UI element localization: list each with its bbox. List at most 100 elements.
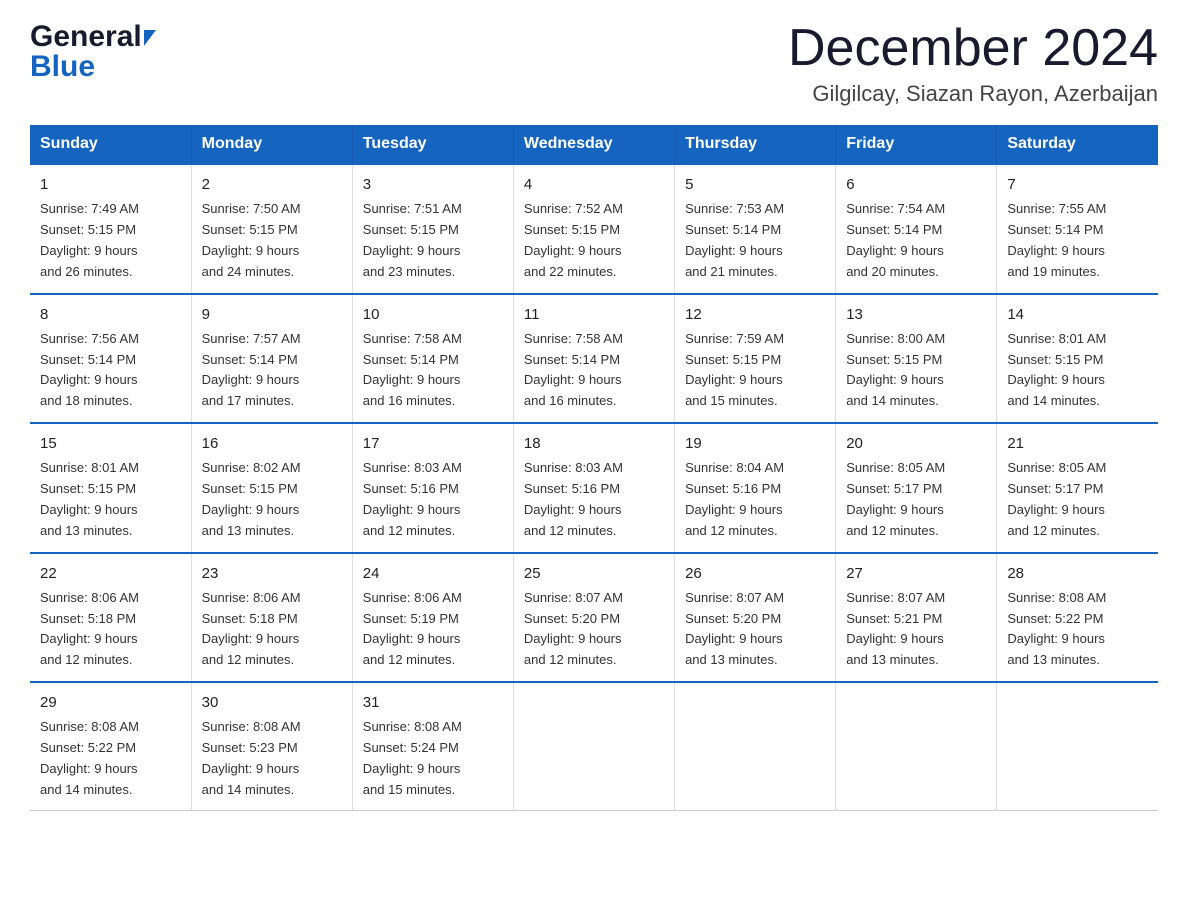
day-info: Sunrise: 8:07 AM Sunset: 5:20 PM Dayligh… [524, 588, 664, 671]
day-number: 24 [363, 562, 503, 585]
page-subtitle: Gilgilcay, Siazan Rayon, Azerbaijan [788, 81, 1158, 107]
calendar-header-thursday: Thursday [675, 125, 836, 164]
day-info: Sunrise: 7:58 AM Sunset: 5:14 PM Dayligh… [363, 329, 503, 412]
calendar-cell: 18 Sunrise: 8:03 AM Sunset: 5:16 PM Dayli… [513, 423, 674, 552]
day-info: Sunrise: 7:58 AM Sunset: 5:14 PM Dayligh… [524, 329, 664, 412]
day-info: Sunrise: 8:05 AM Sunset: 5:17 PM Dayligh… [1007, 458, 1148, 541]
day-number: 3 [363, 173, 503, 196]
calendar-cell: 21 Sunrise: 8:05 AM Sunset: 5:17 PM Dayli… [997, 423, 1158, 552]
calendar-header-saturday: Saturday [997, 125, 1158, 164]
day-info: Sunrise: 8:03 AM Sunset: 5:16 PM Dayligh… [524, 458, 664, 541]
day-number: 9 [202, 303, 342, 326]
logo-general-text: General [30, 20, 142, 54]
day-info: Sunrise: 8:08 AM Sunset: 5:22 PM Dayligh… [1007, 588, 1148, 671]
calendar-week-row: 1Sunrise: 7:49 AM Sunset: 5:15 PM Daylig… [30, 164, 1158, 293]
day-number: 21 [1007, 432, 1148, 455]
calendar-cell: 25 Sunrise: 8:07 AM Sunset: 5:20 PM Dayli… [513, 553, 674, 682]
calendar-week-row: 29 Sunrise: 8:08 AM Sunset: 5:22 PM Dayli… [30, 682, 1158, 811]
day-number: 20 [846, 432, 986, 455]
calendar-cell: 16Sunrise: 8:02 AM Sunset: 5:15 PM Dayli… [191, 423, 352, 552]
calendar-header-monday: Monday [191, 125, 352, 164]
day-info: Sunrise: 7:54 AM Sunset: 5:14 PM Dayligh… [846, 199, 986, 282]
day-info: Sunrise: 8:08 AM Sunset: 5:23 PM Dayligh… [202, 717, 342, 800]
day-number: 15 [40, 432, 181, 455]
calendar-cell [675, 682, 836, 811]
calendar-cell: 20 Sunrise: 8:05 AM Sunset: 5:17 PM Dayli… [836, 423, 997, 552]
calendar-cell: 17 Sunrise: 8:03 AM Sunset: 5:16 PM Dayli… [352, 423, 513, 552]
calendar-cell: 11 Sunrise: 7:58 AM Sunset: 5:14 PM Dayli… [513, 294, 674, 423]
day-info: Sunrise: 7:55 AM Sunset: 5:14 PM Dayligh… [1007, 199, 1148, 282]
day-number: 8 [40, 303, 181, 326]
calendar-cell: 7 Sunrise: 7:55 AM Sunset: 5:14 PM Daylig… [997, 164, 1158, 293]
day-info: Sunrise: 7:52 AM Sunset: 5:15 PM Dayligh… [524, 199, 664, 282]
day-number: 2 [202, 173, 342, 196]
calendar-week-row: 22 Sunrise: 8:06 AM Sunset: 5:18 PM Dayli… [30, 553, 1158, 682]
day-info: Sunrise: 8:06 AM Sunset: 5:18 PM Dayligh… [40, 588, 181, 671]
title-block: December 2024 Gilgilcay, Siazan Rayon, A… [788, 20, 1158, 107]
day-number: 25 [524, 562, 664, 585]
calendar-cell: 8 Sunrise: 7:56 AM Sunset: 5:14 PM Daylig… [30, 294, 191, 423]
day-number: 18 [524, 432, 664, 455]
calendar-week-row: 15 Sunrise: 8:01 AM Sunset: 5:15 PM Dayli… [30, 423, 1158, 552]
day-number: 22 [40, 562, 181, 585]
calendar-cell: 6 Sunrise: 7:54 AM Sunset: 5:14 PM Daylig… [836, 164, 997, 293]
calendar-cell: 27Sunrise: 8:07 AM Sunset: 5:21 PM Dayli… [836, 553, 997, 682]
day-number: 7 [1007, 173, 1148, 196]
day-info: Sunrise: 7:49 AM Sunset: 5:15 PM Dayligh… [40, 199, 181, 282]
day-number: 26 [685, 562, 825, 585]
day-info: Sunrise: 8:00 AM Sunset: 5:15 PM Dayligh… [846, 329, 986, 412]
day-number: 10 [363, 303, 503, 326]
calendar-cell: 23Sunrise: 8:06 AM Sunset: 5:18 PM Dayli… [191, 553, 352, 682]
day-number: 30 [202, 691, 342, 714]
calendar-cell [836, 682, 997, 811]
day-info: Sunrise: 8:06 AM Sunset: 5:19 PM Dayligh… [363, 588, 503, 671]
calendar-cell: 29 Sunrise: 8:08 AM Sunset: 5:22 PM Dayli… [30, 682, 191, 811]
day-info: Sunrise: 8:03 AM Sunset: 5:16 PM Dayligh… [363, 458, 503, 541]
day-info: Sunrise: 8:05 AM Sunset: 5:17 PM Dayligh… [846, 458, 986, 541]
day-info: Sunrise: 8:06 AM Sunset: 5:18 PM Dayligh… [202, 588, 342, 671]
day-number: 29 [40, 691, 181, 714]
calendar-cell: 31Sunrise: 8:08 AM Sunset: 5:24 PM Dayli… [352, 682, 513, 811]
calendar-header-sunday: Sunday [30, 125, 191, 164]
calendar-cell [997, 682, 1158, 811]
day-info: Sunrise: 7:50 AM Sunset: 5:15 PM Dayligh… [202, 199, 342, 282]
calendar-cell: 10 Sunrise: 7:58 AM Sunset: 5:14 PM Dayli… [352, 294, 513, 423]
calendar-header-tuesday: Tuesday [352, 125, 513, 164]
calendar-cell: 24 Sunrise: 8:06 AM Sunset: 5:19 PM Dayli… [352, 553, 513, 682]
day-number: 17 [363, 432, 503, 455]
day-info: Sunrise: 8:08 AM Sunset: 5:24 PM Dayligh… [363, 717, 503, 800]
calendar-cell: 9 Sunrise: 7:57 AM Sunset: 5:14 PM Daylig… [191, 294, 352, 423]
calendar-cell: 12 Sunrise: 7:59 AM Sunset: 5:15 PM Dayli… [675, 294, 836, 423]
day-number: 6 [846, 173, 986, 196]
day-info: Sunrise: 8:01 AM Sunset: 5:15 PM Dayligh… [40, 458, 181, 541]
calendar-cell: 19Sunrise: 8:04 AM Sunset: 5:16 PM Dayli… [675, 423, 836, 552]
calendar-table: SundayMondayTuesdayWednesdayThursdayFrid… [30, 125, 1158, 811]
day-number: 13 [846, 303, 986, 326]
calendar-cell: 15 Sunrise: 8:01 AM Sunset: 5:15 PM Dayli… [30, 423, 191, 552]
day-info: Sunrise: 8:07 AM Sunset: 5:20 PM Dayligh… [685, 588, 825, 671]
calendar-cell: 1Sunrise: 7:49 AM Sunset: 5:15 PM Daylig… [30, 164, 191, 293]
calendar-cell [513, 682, 674, 811]
day-info: Sunrise: 7:56 AM Sunset: 5:14 PM Dayligh… [40, 329, 181, 412]
day-number: 5 [685, 173, 825, 196]
logo: General Blue [30, 20, 156, 84]
calendar-cell: 30 Sunrise: 8:08 AM Sunset: 5:23 PM Dayli… [191, 682, 352, 811]
day-number: 11 [524, 303, 664, 326]
day-info: Sunrise: 7:59 AM Sunset: 5:15 PM Dayligh… [685, 329, 825, 412]
day-info: Sunrise: 8:01 AM Sunset: 5:15 PM Dayligh… [1007, 329, 1148, 412]
day-info: Sunrise: 7:57 AM Sunset: 5:14 PM Dayligh… [202, 329, 342, 412]
logo-blue-text: Blue [30, 50, 95, 84]
day-number: 4 [524, 173, 664, 196]
calendar-cell: 3 Sunrise: 7:51 AM Sunset: 5:15 PM Daylig… [352, 164, 513, 293]
calendar-week-row: 8 Sunrise: 7:56 AM Sunset: 5:14 PM Daylig… [30, 294, 1158, 423]
calendar-cell: 22 Sunrise: 8:06 AM Sunset: 5:18 PM Dayli… [30, 553, 191, 682]
day-info: Sunrise: 8:08 AM Sunset: 5:22 PM Dayligh… [40, 717, 181, 800]
calendar-cell: 28Sunrise: 8:08 AM Sunset: 5:22 PM Dayli… [997, 553, 1158, 682]
logo-arrow-icon [144, 30, 156, 46]
day-info: Sunrise: 7:51 AM Sunset: 5:15 PM Dayligh… [363, 199, 503, 282]
page-title: December 2024 [788, 20, 1158, 77]
calendar-cell: 4 Sunrise: 7:52 AM Sunset: 5:15 PM Daylig… [513, 164, 674, 293]
page-header: General Blue December 2024 Gilgilcay, Si… [30, 20, 1158, 107]
day-info: Sunrise: 7:53 AM Sunset: 5:14 PM Dayligh… [685, 199, 825, 282]
day-number: 12 [685, 303, 825, 326]
